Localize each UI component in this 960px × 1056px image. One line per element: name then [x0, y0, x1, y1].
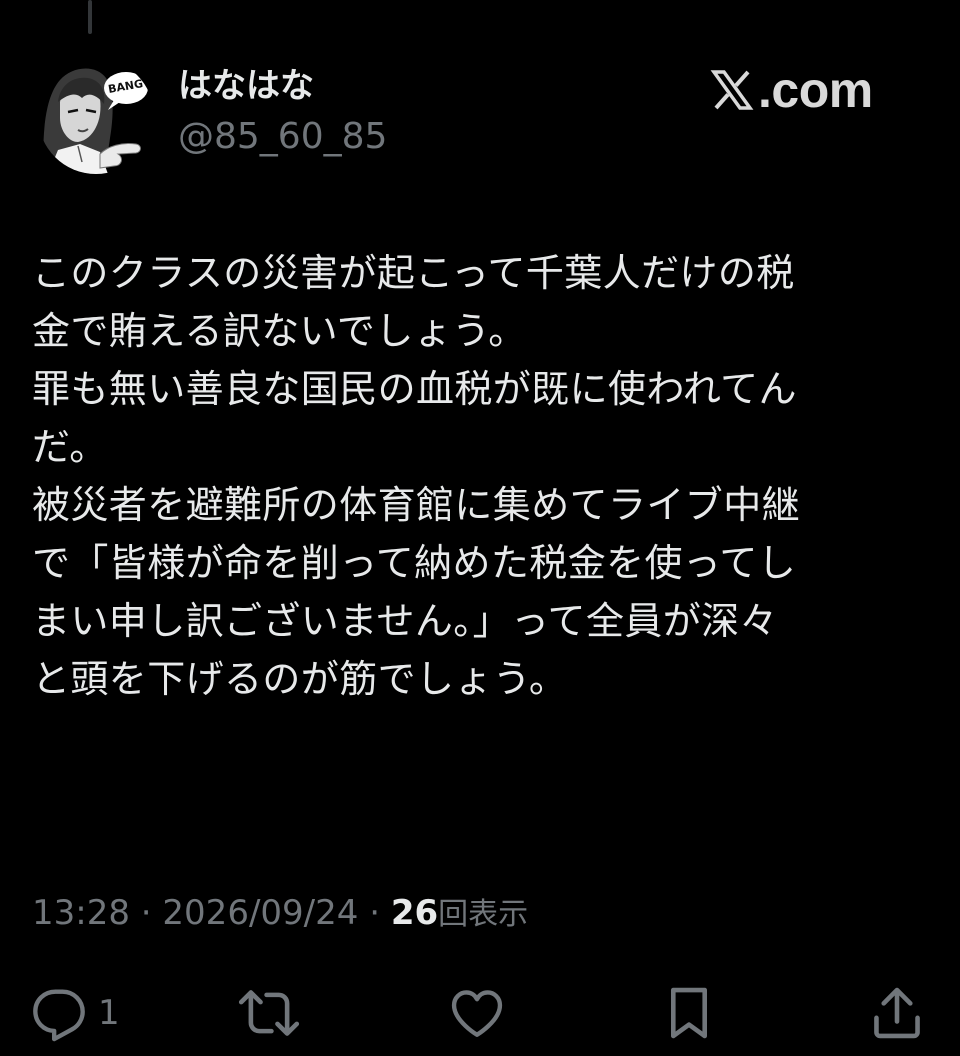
- thread-connector-line: [88, 0, 92, 34]
- bookmark-button[interactable]: [664, 980, 714, 1046]
- x-com-watermark: .com: [708, 60, 873, 120]
- like-button[interactable]: [448, 980, 506, 1046]
- tweet-metadata: 13:28 · 2026/09/24 · 26回表示: [32, 890, 528, 938]
- x-logo-icon: [710, 70, 754, 110]
- tweet-text-line: まい申し訳ございません。」って全員が深々: [32, 599, 778, 643]
- reply-icon: [33, 989, 85, 1042]
- action-bar: 1: [0, 980, 960, 1046]
- author-handle[interactable]: @85_60_85: [178, 114, 387, 160]
- reply-count: 1: [98, 993, 120, 1033]
- watermark-text: .com: [758, 62, 873, 118]
- bookmark-icon: [670, 987, 708, 1039]
- tweet-text-line: このクラスの災害が起こって千葉人だけの税: [32, 251, 795, 295]
- meta-separator: ·: [369, 893, 381, 933]
- tweet-text-line: で「皆様が命を削って納めた税金を使ってし: [32, 541, 797, 585]
- share-button[interactable]: [870, 980, 924, 1046]
- tweet-date[interactable]: 2026/09/24: [162, 893, 358, 933]
- heart-icon: [451, 990, 503, 1037]
- views-count[interactable]: 26: [391, 893, 438, 933]
- avatar-illustration: [38, 58, 154, 174]
- tweet-text-line: と頭を下げるのが筋でしょう。: [32, 657, 568, 701]
- meta-separator: ·: [140, 893, 152, 933]
- tweet-text-line: だ。: [32, 425, 108, 469]
- author-display-name[interactable]: はなはな: [178, 64, 314, 108]
- tweet-time[interactable]: 13:28: [32, 893, 130, 933]
- views-label: 回表示: [438, 897, 529, 932]
- tweet-text-line: 金で賄える訳ないでしょう。: [32, 309, 527, 353]
- retweet-button[interactable]: [236, 980, 302, 1046]
- tweet-text: このクラスの災害が起こって千葉人だけの税 金で賄える訳ないでしょう。 罪も無い善…: [32, 244, 932, 708]
- tweet-text-line: 罪も無い善良な国民の血税が既に使われてん: [32, 367, 797, 411]
- share-icon: [874, 987, 920, 1039]
- avatar[interactable]: BANG: [38, 58, 154, 174]
- tweet-text-line: 被災者を避難所の体育館に集めてライブ中継: [32, 483, 801, 527]
- reply-button[interactable]: 1: [30, 980, 120, 1046]
- retweet-icon: [238, 990, 300, 1036]
